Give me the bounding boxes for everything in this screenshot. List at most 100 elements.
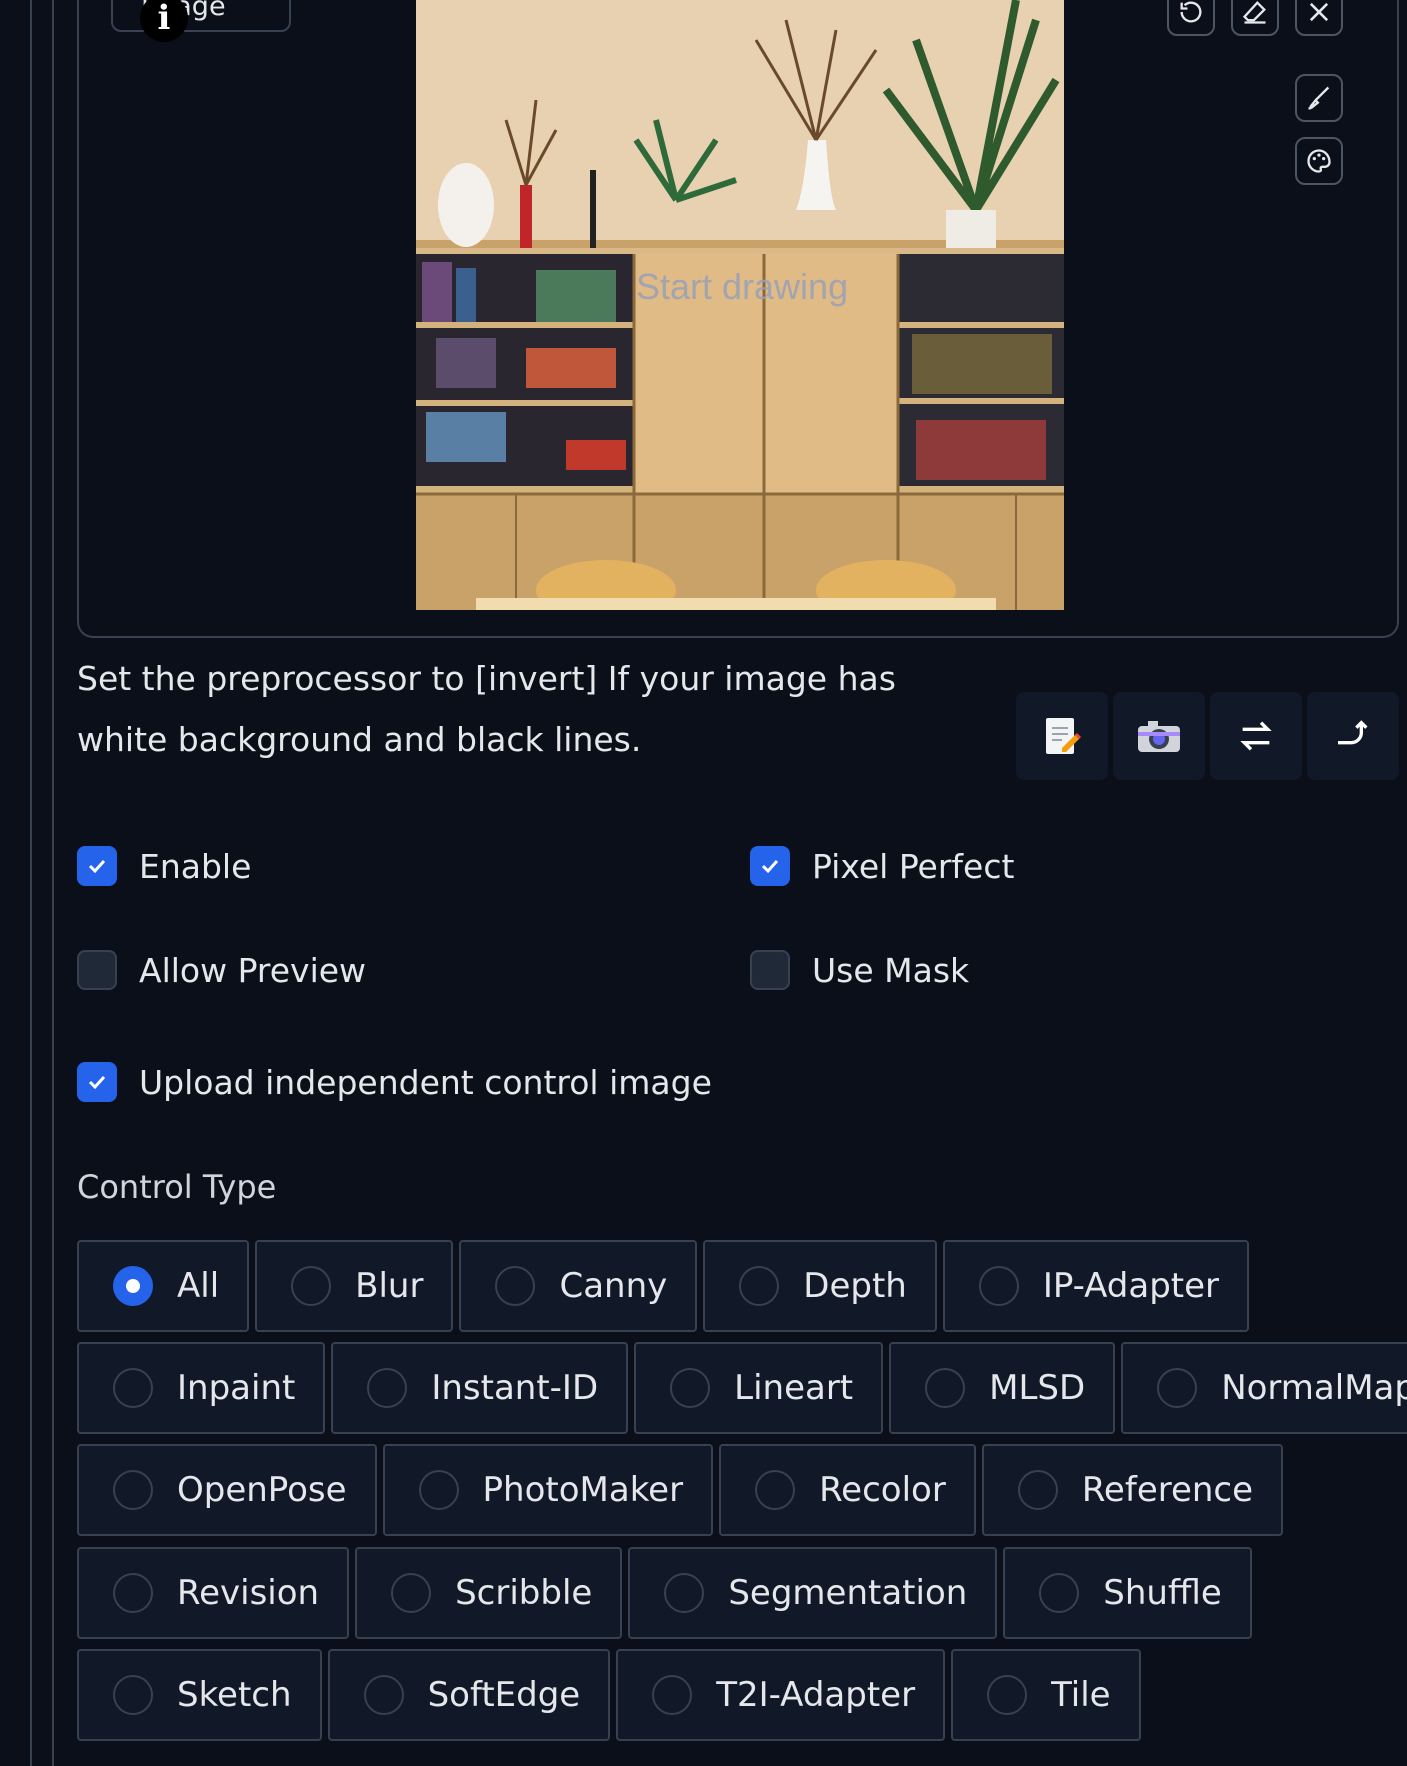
control-type-option-label: Revision	[177, 1573, 320, 1613]
upload-independent-checkbox[interactable]	[77, 1062, 117, 1102]
control-type-option-softedge[interactable]: SoftEdge	[327, 1649, 611, 1741]
control-type-option-all[interactable]: All	[77, 1240, 250, 1332]
enable-checkbox[interactable]	[77, 846, 117, 886]
control-type-option-inpaint[interactable]: Inpaint	[77, 1342, 326, 1434]
control-type-option-label: Recolor	[819, 1470, 946, 1510]
radio-icon[interactable]	[925, 1368, 966, 1408]
edit-button[interactable]	[1016, 692, 1108, 780]
radio-icon[interactable]	[652, 1675, 693, 1715]
eraser-button[interactable]	[1231, 0, 1279, 36]
control-type-option-label: Canny	[559, 1266, 668, 1306]
control-type-option-label: SoftEdge	[427, 1675, 581, 1715]
clear-button[interactable]	[1295, 0, 1343, 36]
pixel-perfect-checkbox[interactable]	[750, 846, 790, 886]
radio-icon[interactable]	[1039, 1573, 1080, 1613]
control-type-option-sketch[interactable]: Sketch	[77, 1649, 322, 1741]
control-type-option-instant-id[interactable]: Instant-ID	[331, 1342, 629, 1434]
color-palette-button[interactable]	[1295, 137, 1343, 185]
use-mask-checkbox-row[interactable]: Use Mask	[750, 950, 969, 990]
control-type-option-tile[interactable]: Tile	[951, 1649, 1141, 1741]
brush-icon	[1308, 86, 1330, 110]
use-mask-label: Use Mask	[812, 950, 970, 990]
radio-icon[interactable]	[113, 1470, 153, 1510]
control-type-option-label: Inpaint	[177, 1368, 296, 1408]
control-type-option-mlsd[interactable]: MLSD	[889, 1342, 1116, 1434]
left-rail	[0, 0, 32, 1766]
radio-icon[interactable]	[291, 1266, 332, 1306]
undo-icon	[1180, 1, 1202, 23]
radio-icon[interactable]	[1157, 1368, 1198, 1408]
control-type-row: All Blur Canny Depth IP-Adapter	[77, 1240, 1250, 1332]
radio-icon[interactable]	[367, 1368, 408, 1408]
brush-button[interactable]	[1295, 74, 1343, 122]
control-type-option-label: OpenPose	[177, 1470, 347, 1510]
control-type-option-label: Scribble	[455, 1573, 593, 1613]
control-type-option-label: T2I-Adapter	[716, 1675, 916, 1715]
webcam-button[interactable]	[1113, 692, 1205, 780]
control-type-option-lineart[interactable]: Lineart	[634, 1342, 884, 1434]
radio-icon[interactable]	[978, 1266, 1019, 1306]
control-type-option-recolor[interactable]: Recolor	[719, 1444, 976, 1536]
control-type-option-label: Shuffle	[1103, 1573, 1222, 1613]
control-type-option-label: Instant-ID	[431, 1368, 599, 1408]
enable-label: Enable	[139, 846, 252, 886]
radio-icon[interactable]	[113, 1368, 153, 1408]
control-type-option-label: Depth	[803, 1266, 907, 1306]
radio-icon[interactable]	[391, 1573, 432, 1613]
control-type-option-openpose[interactable]: OpenPose	[77, 1444, 377, 1536]
upload-independent-checkbox-row[interactable]: Upload independent control image	[77, 1062, 712, 1102]
control-type-option-label: Tile	[1051, 1675, 1111, 1715]
allow-preview-label: Allow Preview	[139, 950, 367, 990]
control-type-option-segmentation[interactable]: Segmentation	[628, 1547, 998, 1639]
control-type-option-label: Blur	[355, 1266, 424, 1306]
radio-icon[interactable]	[1017, 1470, 1058, 1510]
memo-pencil-icon	[1046, 718, 1082, 754]
radio-icon[interactable]	[495, 1266, 536, 1306]
control-type-option-label: Segmentation	[728, 1573, 968, 1613]
undo-button[interactable]	[1167, 0, 1215, 36]
checkmark-icon	[88, 1075, 106, 1090]
control-type-option-revision[interactable]: Revision	[77, 1547, 350, 1639]
radio-icon[interactable]	[755, 1470, 796, 1510]
control-type-option-scribble[interactable]: Scribble	[355, 1547, 623, 1639]
radio-icon[interactable]	[664, 1573, 705, 1613]
use-mask-checkbox[interactable]	[750, 950, 790, 990]
radio-icon[interactable]	[113, 1266, 153, 1306]
radio-icon[interactable]	[670, 1368, 711, 1408]
radio-icon[interactable]	[113, 1573, 153, 1613]
enable-checkbox-row[interactable]: Enable	[77, 846, 251, 886]
upload-independent-label: Upload independent control image	[139, 1062, 712, 1102]
control-type-option-shuffle[interactable]: Shuffle	[1003, 1547, 1252, 1639]
close-icon	[1309, 2, 1329, 22]
checkmark-icon	[88, 859, 106, 874]
control-type-label: Control Type	[77, 1168, 277, 1206]
palette-icon	[1307, 149, 1331, 173]
image-label-chip: Image	[111, 0, 291, 32]
radio-icon[interactable]	[418, 1470, 459, 1510]
control-type-option-canny[interactable]: Canny	[459, 1240, 698, 1332]
control-type-option-depth[interactable]: Depth	[703, 1240, 937, 1332]
radio-icon[interactable]	[739, 1266, 780, 1306]
control-type-option-blur[interactable]: Blur	[255, 1240, 454, 1332]
control-type-option-reference[interactable]: Reference	[981, 1444, 1284, 1536]
control-type-option-normalmap[interactable]: NormalMap	[1121, 1342, 1407, 1434]
swap-arrows-icon	[1240, 721, 1272, 751]
radio-icon[interactable]	[987, 1675, 1028, 1715]
radio-icon[interactable]	[363, 1675, 404, 1715]
control-type-option-t2i-adapter[interactable]: T2I-Adapter	[616, 1649, 946, 1741]
control-type-option-label: All	[177, 1266, 220, 1306]
allow-preview-checkbox[interactable]	[77, 950, 117, 990]
control-type-option-photomaker[interactable]: PhotoMaker	[382, 1444, 714, 1536]
control-type-option-label: Lineart	[734, 1368, 854, 1408]
control-type-option-label: PhotoMaker	[482, 1470, 684, 1510]
radio-icon[interactable]	[113, 1675, 153, 1715]
camera-icon	[1138, 721, 1180, 752]
control-type-option-label: IP-Adapter	[1042, 1266, 1220, 1306]
checkmark-icon	[761, 859, 779, 874]
swap-button[interactable]	[1210, 692, 1302, 780]
control-type-option-label: Sketch	[177, 1675, 292, 1715]
control-type-option-ip-adapter[interactable]: IP-Adapter	[942, 1240, 1250, 1332]
send-dimensions-button[interactable]	[1307, 692, 1399, 780]
allow-preview-checkbox-row[interactable]: Allow Preview	[77, 950, 366, 990]
pixel-perfect-checkbox-row[interactable]: Pixel Perfect	[750, 846, 1014, 886]
